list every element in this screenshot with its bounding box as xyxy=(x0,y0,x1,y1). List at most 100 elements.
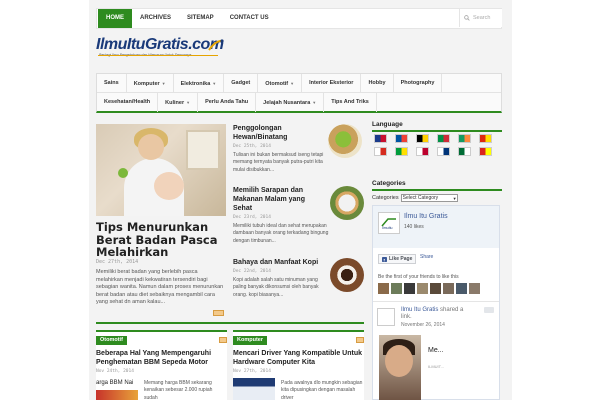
category-select[interactable]: Select Category ▼ xyxy=(400,194,458,202)
search-icon xyxy=(464,15,470,21)
flag-cn-icon[interactable] xyxy=(479,134,492,143)
cat-jelajah-nusantara[interactable]: Jelajah Nusantara ▼ xyxy=(256,93,325,112)
side-post-title[interactable]: Penggolongan Hewan/Binatang xyxy=(233,124,323,142)
section-post-image[interactable] xyxy=(233,378,275,400)
cat-kuliner[interactable]: Kuliner ▼ xyxy=(158,93,199,112)
side-post-title[interactable]: Bahaya dan Manfaat Kopi xyxy=(233,258,323,267)
featured-post-date: Dec 27th, 2014 xyxy=(96,259,139,265)
section-post-title[interactable]: Mencari Driver Yang Kompatible Untuk Har… xyxy=(233,350,364,367)
nav-home[interactable]: HOME xyxy=(98,9,132,28)
nav-sitemap[interactable]: SITEMAP xyxy=(179,9,222,28)
cat-gadget[interactable]: Gadget xyxy=(224,73,259,93)
flag-br-icon[interactable] xyxy=(395,147,408,156)
cat-photography[interactable]: Photography xyxy=(394,73,443,93)
fb-page-name[interactable]: Ilmu Itu Gratis xyxy=(404,213,448,220)
flag-it-icon[interactable] xyxy=(437,134,450,143)
section-label[interactable]: Komputer xyxy=(233,336,267,345)
flag-jp-icon[interactable] xyxy=(416,147,429,156)
fb-post-author[interactable]: Ilmu Itu Gratis xyxy=(401,307,438,313)
heading-underline xyxy=(372,130,502,132)
fb-post: Ilmu Itu Gratis shared a link. November … xyxy=(373,301,499,400)
fan-avatar[interactable] xyxy=(417,283,428,294)
chevron-down-icon: ▼ xyxy=(312,100,317,105)
fb-post-avatar[interactable] xyxy=(377,308,395,326)
logo-swoosh-icon xyxy=(208,39,224,51)
flag-fr-icon[interactable] xyxy=(395,134,408,143)
fb-share-link[interactable]: Share xyxy=(420,254,433,260)
more-options-icon[interactable] xyxy=(484,307,494,313)
fan-avatar[interactable] xyxy=(378,283,389,294)
flag-kr-icon[interactable] xyxy=(437,147,450,156)
section-label[interactable]: Otomotif xyxy=(96,336,127,345)
side-post: Memilih Sarapan dan Makanan Malam yang S… xyxy=(233,186,337,245)
categories-label: Categories xyxy=(372,195,399,201)
flag-vn-icon[interactable] xyxy=(479,147,492,156)
cat-hobby[interactable]: Hobby xyxy=(361,73,394,93)
fb-post-image[interactable] xyxy=(379,335,421,400)
fb-be-first-text: Be the first of your friends to like thi… xyxy=(378,274,459,280)
fb-post-date[interactable]: November 26, 2014 xyxy=(401,322,445,328)
nav-contact-us[interactable]: CONTACT US xyxy=(222,9,277,28)
fb-fan-faces xyxy=(378,283,480,294)
chevron-down-icon: ▼ xyxy=(212,80,217,86)
fb-post-action: shared a xyxy=(440,307,464,313)
section-otomotif: Otomotif Beberapa Hal Yang Mempengaruhi … xyxy=(96,330,227,400)
side-post-thumbnail[interactable] xyxy=(330,258,364,292)
cat-otomotif[interactable]: Otomotif ▼ xyxy=(258,73,303,93)
cat-perlu-anda-tahu[interactable]: Perlu Anda Tahu xyxy=(198,93,257,112)
search-input[interactable]: Search xyxy=(459,9,502,27)
cat-elektronika[interactable]: Elektronika ▼ xyxy=(174,73,225,93)
flag-ie-icon[interactable] xyxy=(458,134,471,143)
featured-post-title[interactable]: Tips Menurunkan Berat Badan Pasca Melahi… xyxy=(96,221,228,259)
featured-post-excerpt: Memiliki berat badan yang berlebih pasca… xyxy=(96,269,224,306)
category-navigation: Sains Komputer ▼ Elektronika ▼ Gadget Otom… xyxy=(96,73,502,113)
fb-post-link[interactable]: link. xyxy=(401,314,412,320)
language-heading: Language xyxy=(372,121,403,128)
rss-icon[interactable] xyxy=(356,337,364,343)
fan-avatar[interactable] xyxy=(404,283,415,294)
logo-underline xyxy=(98,55,218,56)
page-left-margin xyxy=(0,0,89,400)
categories-heading: Categories xyxy=(372,180,406,187)
section-post-title[interactable]: Beberapa Hal Yang Mempengaruhi Penghemat… xyxy=(96,350,227,367)
fb-post-preview-title[interactable]: Me... xyxy=(428,347,444,354)
chevron-down-icon: ▼ xyxy=(452,196,457,201)
section-post-image[interactable]: arga BBM Nai xyxy=(96,378,138,400)
side-post-title[interactable]: Memilih Sarapan dan Makanan Malam yang S… xyxy=(233,186,323,213)
side-post-excerpt: Memiliki tubuh ideal dan sehat merupakan… xyxy=(233,223,329,244)
fan-avatar[interactable] xyxy=(443,283,454,294)
fan-avatar[interactable] xyxy=(391,283,402,294)
flag-uk-icon[interactable] xyxy=(374,134,387,143)
fan-avatar[interactable] xyxy=(430,283,441,294)
fb-page-avatar[interactable]: IlmuItu xyxy=(378,212,400,234)
categories-select-row: Categories Select Category ▼ xyxy=(372,194,458,202)
flag-de-icon[interactable] xyxy=(416,134,429,143)
fan-avatar[interactable] xyxy=(469,283,480,294)
cat-tips-and-triks[interactable]: Tips And Triks xyxy=(324,93,377,112)
side-post-date: Dec 22nd, 2014 xyxy=(233,269,271,274)
flag-sa-icon[interactable] xyxy=(458,147,471,156)
side-post-thumbnail[interactable] xyxy=(330,186,364,220)
cat-interior-eksterior[interactable]: Interior Eksterior xyxy=(302,73,362,93)
cat-kesehatan[interactable]: Kesehatan/Health xyxy=(97,93,159,112)
flag-ru-icon[interactable] xyxy=(374,147,387,156)
category-nav-row-2: Kesehatan/Health Kuliner ▼ Perlu Anda Tah… xyxy=(97,93,501,112)
side-post-excerpt: Tulisan ini bukan bermaksud iseng tetapi… xyxy=(233,152,324,173)
rss-icon[interactable] xyxy=(219,337,227,343)
fb-like-button[interactable]: f Like Page xyxy=(378,254,416,264)
section-post-date: Nov 24th, 2014 xyxy=(96,369,134,374)
language-flags xyxy=(374,134,502,156)
side-post-excerpt: Kopi adalah salah satu minuman yang pali… xyxy=(233,277,319,298)
cat-komputer[interactable]: Komputer ▼ xyxy=(127,73,174,93)
fan-avatar[interactable] xyxy=(456,283,467,294)
section-komputer: Komputer Mencari Driver Yang Kompatible … xyxy=(233,330,364,400)
side-post-thumbnail[interactable] xyxy=(328,124,362,158)
logo-icon: IlmuItu xyxy=(381,218,397,230)
nav-archives[interactable]: ARCHIVES xyxy=(132,9,179,28)
chevron-down-icon: ▼ xyxy=(186,100,191,105)
read-more-icon[interactable] xyxy=(213,310,224,316)
cat-sains[interactable]: Sains xyxy=(97,73,127,93)
page-right-margin xyxy=(512,0,600,400)
featured-post-image[interactable] xyxy=(96,124,226,216)
site-logo[interactable]: IlmuItuGratis.com Berbagi Ilmu Pengetahu… xyxy=(96,36,236,68)
